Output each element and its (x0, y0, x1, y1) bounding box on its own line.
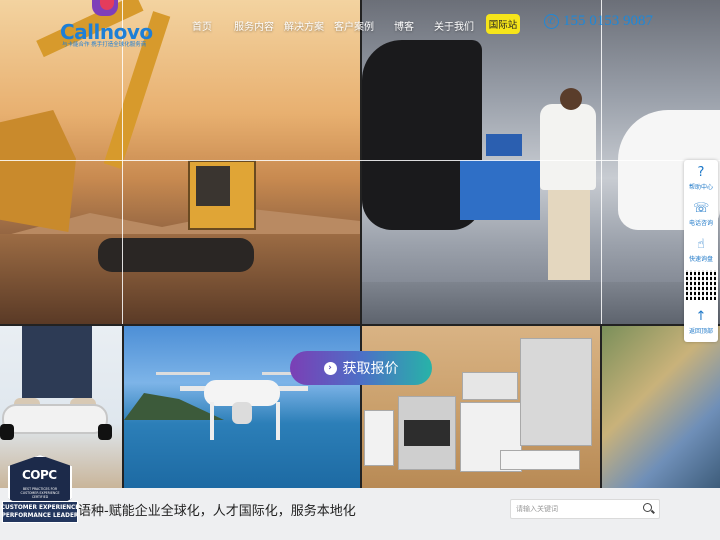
copc-line-2: PERFORMANCE LEADER (1, 513, 79, 519)
get-quote-label: 获取报价 (342, 361, 399, 377)
sidebar-item-label: 返回顶部 (688, 328, 713, 335)
copc-badge: COPC BEST PRACTICES FOR CUSTOMER EXPERIE… (0, 455, 80, 539)
sidebar-item-help[interactable]: ? 帮助中心 (684, 162, 718, 196)
grid-line (122, 0, 123, 324)
worker-head (560, 88, 582, 110)
nav-home[interactable]: 首页 (192, 18, 212, 33)
search-icon[interactable] (643, 503, 652, 512)
help-icon: ? (697, 165, 705, 180)
hoverboard (2, 404, 108, 434)
drone-leg (276, 402, 280, 440)
get-quote-button[interactable]: › 获取报价 (290, 351, 432, 385)
page: Callnovo 与卡能合作 携手打造全球化服务商 首页 服务内容 解决方案 客… (0, 0, 720, 540)
blue-rack (460, 160, 540, 220)
hoverboard-wheel (0, 424, 14, 440)
copc-line-1: CUSTOMER EXPERIENCE (0, 505, 80, 511)
nav-cases[interactable]: 客户案例 (334, 18, 374, 33)
hand-icon: ☝ (697, 237, 705, 252)
nav-blog[interactable]: 博客 (394, 18, 414, 33)
rider-legs (22, 326, 92, 398)
phone-contact[interactable]: ✆ 155 0153 9087 (544, 13, 653, 30)
sidebar-item-inquiry[interactable]: ☝ 快速询盘 (684, 234, 718, 268)
grid-line (0, 160, 720, 161)
qr-code (684, 268, 718, 302)
phone-icon: ✆ (544, 14, 559, 29)
air-conditioner (500, 450, 580, 470)
factory-floor (362, 282, 720, 324)
copc-logo-text: COPC (22, 468, 57, 482)
phone-number: 155 0153 9087 (563, 13, 653, 29)
nav-about[interactable]: 关于我们 (434, 18, 474, 33)
nav-services[interactable]: 服务内容 (234, 18, 274, 33)
copc-certified-text: BEST PRACTICES FOR CUSTOMER EXPERIENCE C… (20, 487, 60, 499)
headset-icon: ☏ (693, 201, 710, 216)
drone-propeller (156, 372, 210, 375)
hoverboard-wheel (98, 424, 112, 440)
sidebar-item-label: 快速询盘 (688, 256, 713, 263)
side-toolbar: ? 帮助中心 ☏ 电话咨询 ☝ 快速询盘 ↑ 返回顶部 (684, 160, 718, 342)
radiator (364, 410, 394, 466)
blurred-image (602, 326, 720, 488)
refrigerator (520, 338, 592, 446)
drone-camera (232, 402, 252, 424)
drone-leg (210, 402, 214, 440)
blue-bins (486, 134, 522, 156)
logo-tagline: 与卡能合作 携手打造全球化服务商 (62, 42, 147, 48)
grid-line (601, 0, 602, 324)
sidebar-item-label: 帮助中心 (688, 184, 713, 191)
sidebar-item-top[interactable]: ↑ 返回顶部 (684, 306, 718, 340)
worker (540, 104, 596, 190)
slogan-text: 语种-赋能企业全球化，人才国际化，服务本地化 (78, 504, 356, 519)
microwave (462, 372, 518, 400)
nav-solutions[interactable]: 解决方案 (284, 18, 324, 33)
worker-legs (548, 188, 590, 280)
arrow-up-icon: ↑ (695, 309, 707, 324)
chevron-right-icon: › (323, 361, 337, 375)
copc-ribbon: CUSTOMER EXPERIENCE PERFORMANCE LEADER (0, 501, 80, 523)
oven-window (404, 420, 450, 446)
sidebar-item-label: 电话咨询 (688, 220, 713, 227)
search-placeholder: 请输入关键词 (516, 505, 558, 513)
sidebar-item-phone[interactable]: ☏ 电话咨询 (684, 198, 718, 232)
intl-site-button[interactable]: 国际站 (486, 14, 520, 34)
excavator-window (196, 166, 230, 206)
